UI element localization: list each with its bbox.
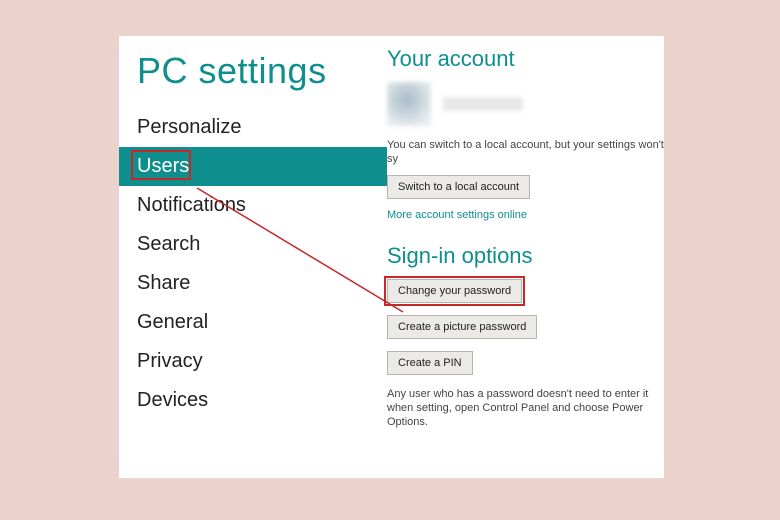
account-heading: Your account: [387, 46, 664, 72]
sidebar: PC settings Personalize Users Notificati…: [119, 36, 387, 478]
sidebar-item-share[interactable]: Share: [119, 264, 387, 303]
sidebar-item-label: Share: [137, 272, 190, 294]
more-settings-link[interactable]: More account settings online: [387, 209, 664, 221]
sidebar-item-users[interactable]: Users: [119, 147, 387, 186]
avatar: [387, 82, 431, 126]
sidebar-item-search[interactable]: Search: [119, 225, 387, 264]
change-password-button[interactable]: Change your password: [387, 279, 522, 303]
switch-description: You can switch to a local account, but y…: [387, 138, 664, 167]
signin-note: Any user who has a password doesn't need…: [387, 387, 664, 430]
create-pin-button[interactable]: Create a PIN: [387, 351, 473, 375]
sidebar-item-label: Notifications: [137, 194, 246, 216]
switch-local-account-button[interactable]: Switch to a local account: [387, 175, 530, 199]
signin-section: Sign-in options Change your password Cre…: [387, 243, 664, 430]
signin-heading: Sign-in options: [387, 243, 664, 269]
sidebar-item-personalize[interactable]: Personalize: [119, 108, 387, 147]
sidebar-item-label: Personalize: [137, 116, 242, 138]
sidebar-item-privacy[interactable]: Privacy: [119, 342, 387, 381]
account-row: [387, 82, 664, 126]
sidebar-item-devices[interactable]: Devices: [119, 381, 387, 420]
create-picture-password-button[interactable]: Create a picture password: [387, 315, 537, 339]
sidebar-item-label: Search: [137, 233, 200, 255]
main-panel: Your account You can switch to a local a…: [387, 36, 664, 478]
sidebar-item-label: General: [137, 311, 208, 333]
sidebar-item-label: Privacy: [137, 350, 203, 372]
sidebar-item-label: Users: [137, 155, 189, 177]
sidebar-item-notifications[interactable]: Notifications: [119, 186, 387, 225]
app-title: PC settings: [119, 42, 387, 108]
sidebar-item-general[interactable]: General: [119, 303, 387, 342]
pc-settings-window: PC settings Personalize Users Notificati…: [119, 36, 664, 478]
sidebar-item-label: Devices: [137, 389, 208, 411]
account-name-blurred: [443, 97, 523, 111]
